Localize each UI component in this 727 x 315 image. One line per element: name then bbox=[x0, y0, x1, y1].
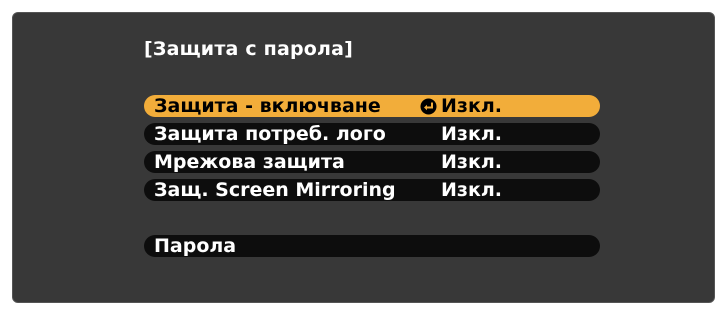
menu-title: [Защита с парола] bbox=[144, 38, 354, 60]
menu-item-value: Изкл. bbox=[441, 95, 502, 117]
menu-item-password[interactable]: Парола bbox=[144, 235, 600, 257]
menu-item-label: Защита потреб. лого bbox=[154, 123, 386, 145]
projector-menu-screen: [Защита с парола] Защита - включване Изк… bbox=[12, 12, 715, 303]
enter-icon bbox=[420, 98, 437, 115]
menu-item-value: Изкл. bbox=[441, 123, 502, 145]
menu-item-value: Изкл. bbox=[441, 151, 502, 173]
menu-item-label: Парола bbox=[154, 235, 237, 257]
menu-item-value: Изкл. bbox=[441, 179, 502, 201]
menu-item-protection-enable[interactable]: Защита - включване Изкл. bbox=[144, 95, 600, 117]
menu-item-user-logo-protection[interactable]: Защита потреб. лого Изкл. bbox=[144, 123, 600, 145]
menu-item-label: Мрежова защита bbox=[154, 151, 345, 173]
menu-item-label: Защ. Screen Mirroring bbox=[154, 179, 396, 201]
menu-item-network-protection[interactable]: Мрежова защита Изкл. bbox=[144, 151, 600, 173]
menu-item-screen-mirroring-protection[interactable]: Защ. Screen Mirroring Изкл. bbox=[144, 179, 600, 201]
menu-item-label: Защита - включване bbox=[154, 95, 381, 117]
